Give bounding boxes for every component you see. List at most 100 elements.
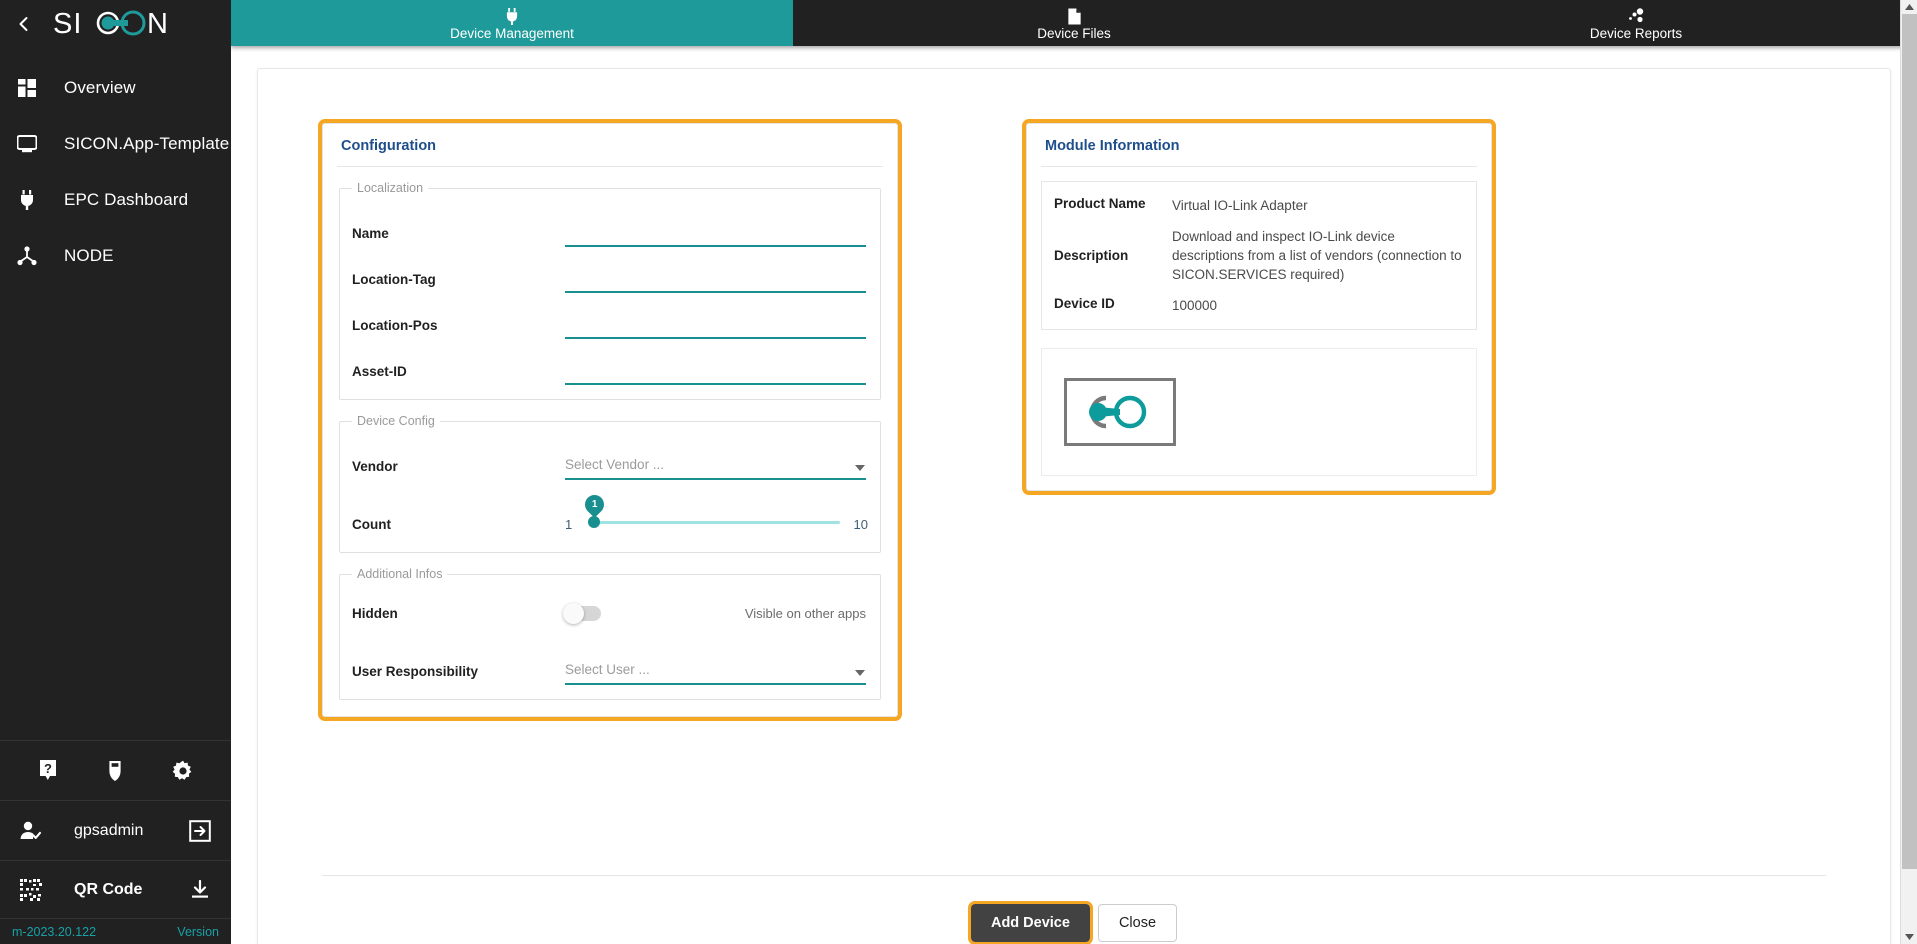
button-group: Add Device Close [322, 904, 1826, 942]
scroll-down-arrow-icon[interactable] [1901, 930, 1917, 944]
version-value: m-2023.20.122 [12, 925, 96, 939]
scrollbar-thumb[interactable] [1902, 14, 1917, 869]
field-row-name: Name [352, 201, 868, 247]
field-wrapper [565, 313, 868, 339]
sidebar-qr-row[interactable]: QR Code [0, 860, 231, 918]
user-select-wrapper [565, 659, 868, 685]
sidebar-username: gpsadmin [74, 822, 143, 840]
sicon-wordmark-icon: SI N [53, 7, 213, 41]
table-row: Product Name Virtual IO-Link Adapter [1054, 196, 1464, 215]
row-key: Device ID [1054, 296, 1172, 315]
slider-max-label: 10 [854, 517, 868, 532]
power-plug-icon [10, 190, 44, 210]
configuration-panel: Configuration Localization Name Locati [322, 123, 898, 717]
table-row: Description Download and inspect IO-Link… [1054, 227, 1464, 284]
slider-value-bubble: 1 [581, 491, 608, 518]
sidebar-item-label: SICON.App-Template [64, 134, 229, 154]
field-wrapper [565, 221, 868, 247]
field-label: Location-Pos [352, 318, 565, 339]
tab-label: Device Reports [1590, 26, 1682, 41]
sidebar-qr-label: QR Code [74, 881, 142, 899]
sidebar-item-label: EPC Dashboard [64, 190, 188, 210]
device-config-legend: Device Config [352, 414, 440, 428]
sidebar-item-label: Overview [64, 78, 136, 98]
additional-infos-legend: Additional Infos [352, 567, 447, 581]
user-check-icon [14, 814, 48, 848]
main-area: Device Management Device Files [231, 0, 1917, 944]
report-dots-icon [1628, 8, 1644, 25]
version-label: Version [177, 925, 219, 939]
row-key: Description [1054, 248, 1172, 263]
hidden-toggle[interactable] [565, 606, 601, 621]
location-pos-input[interactable] [565, 313, 866, 339]
sicon-logo-image [1064, 378, 1176, 446]
field-wrapper [565, 267, 868, 293]
sidebar-nav: Overview SICON.App-Template [0, 60, 231, 284]
download-icon[interactable] [183, 873, 217, 907]
field-label: Hidden [352, 606, 565, 621]
sidebar-tool-row: ? [0, 740, 231, 800]
gear-icon[interactable] [166, 754, 200, 788]
module-image-container [1041, 348, 1477, 476]
add-device-button[interactable]: Add Device [971, 904, 1090, 942]
divider [337, 166, 883, 167]
location-tag-input[interactable] [565, 267, 866, 293]
field-row-hidden: Hidden Visible on other apps [352, 587, 868, 639]
field-label: Name [352, 226, 565, 247]
svg-text:SI: SI [53, 8, 82, 40]
row-value: Download and inspect IO-Link device desc… [1172, 227, 1464, 284]
field-label: Location-Tag [352, 272, 565, 293]
field-row-location-tag: Location-Tag [352, 247, 868, 293]
row-value: 100000 [1172, 296, 1217, 315]
field-row-location-pos: Location-Pos [352, 293, 868, 339]
sidebar-item-label: NODE [64, 246, 114, 266]
svg-text:?: ? [44, 761, 52, 776]
configuration-title: Configuration [323, 124, 897, 166]
dashboard-grid-icon [10, 79, 44, 97]
collapse-sidebar-button[interactable] [14, 14, 34, 34]
slider-value: 1 [592, 499, 598, 510]
content-scroll-area: Configuration Localization Name Locati [231, 46, 1917, 944]
tab-label: Device Management [450, 26, 574, 41]
toggle-knob [563, 603, 584, 624]
scroll-up-arrow-icon[interactable] [1901, 0, 1917, 14]
sidebar-item-overview[interactable]: Overview [0, 60, 231, 116]
name-input[interactable] [565, 221, 866, 247]
sidebar-user-row: gpsadmin [0, 800, 231, 860]
module-information-panel: Module Information Product Name Virtual … [1026, 123, 1492, 491]
help-icon[interactable]: ? [31, 754, 65, 788]
vertical-scrollbar[interactable] [1900, 0, 1917, 944]
node-network-icon [10, 246, 44, 266]
svg-text:N: N [147, 8, 169, 40]
chevron-left-icon [16, 16, 32, 32]
field-label: Vendor [352, 459, 565, 480]
divider [322, 875, 1826, 876]
asset-id-input[interactable] [565, 359, 866, 385]
tab-device-reports[interactable]: Device Reports [1355, 0, 1917, 46]
usb-plug-icon[interactable] [98, 754, 132, 788]
sidebar-item-node[interactable]: NODE [0, 228, 231, 284]
count-slider[interactable]: 1 10 1 [565, 488, 868, 538]
sidebar-item-sicon-app-template[interactable]: SICON.App-Template [0, 116, 231, 172]
divider [1041, 166, 1477, 167]
page-sheet: Configuration Localization Name Locati [257, 68, 1891, 944]
vendor-select[interactable] [565, 454, 866, 480]
module-information-table: Product Name Virtual IO-Link Adapter Des… [1041, 181, 1477, 330]
tab-device-management[interactable]: Device Management [231, 0, 793, 46]
device-config-group: Device Config Vendor Count 1 [339, 414, 881, 553]
row-value: Virtual IO-Link Adapter [1172, 196, 1308, 215]
slider-track[interactable] [589, 521, 840, 524]
logout-icon[interactable] [183, 814, 217, 848]
tab-bar: Device Management Device Files [231, 0, 1917, 46]
power-plug-icon [505, 8, 519, 25]
sidebar-item-epc-dashboard[interactable]: EPC Dashboard [0, 172, 231, 228]
monitor-icon [10, 135, 44, 153]
tab-device-files[interactable]: Device Files [793, 0, 1355, 46]
additional-infos-group: Additional Infos Hidden Visible on other… [339, 567, 881, 700]
localization-legend: Localization [352, 181, 428, 195]
field-label: User Responsibility [352, 664, 565, 685]
user-responsibility-select[interactable] [565, 659, 866, 685]
close-button[interactable]: Close [1098, 904, 1177, 942]
field-wrapper [565, 359, 868, 385]
sidebar: SI N Overvi [0, 0, 231, 944]
